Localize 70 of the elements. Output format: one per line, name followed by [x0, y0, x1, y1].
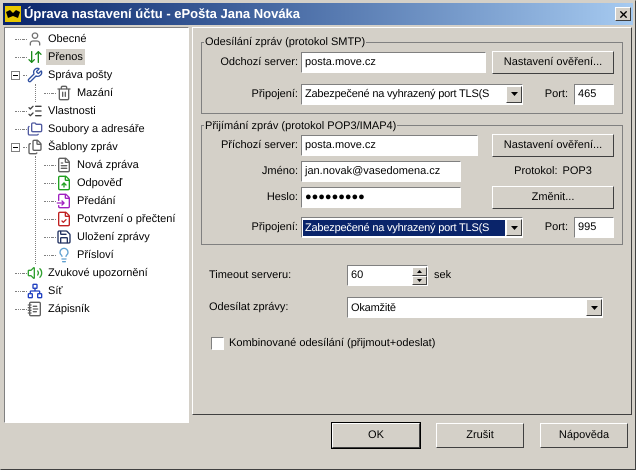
tree-item[interactable]: Potvrzení o přečtení — [75, 211, 178, 227]
dialog-button[interactable]: Nápověda — [540, 423, 628, 448]
file-arrow-icon — [56, 193, 72, 209]
server-field[interactable]: posta.move.cz — [301, 135, 478, 156]
file-icon — [56, 157, 72, 173]
port-field[interactable]: 995 — [574, 217, 614, 238]
field-label: Odesílat zprávy: — [209, 300, 290, 316]
collapse-toggle[interactable] — [10, 70, 20, 80]
tree-item[interactable]: Nová zpráva — [75, 157, 141, 173]
trash-icon — [56, 85, 72, 101]
group-title: Odesílání zpráv (protokol SMTP) — [204, 35, 366, 50]
port-field[interactable]: 465 — [574, 84, 614, 104]
protocol-label: Protokol: — [514, 164, 558, 180]
tree-item[interactable]: Mazání — [75, 85, 116, 101]
connection-dropdown[interactable]: Zabezpečené na vyhrazený port TLS(S — [301, 84, 523, 104]
password-field[interactable]: ●●●●●●●●● — [301, 187, 461, 208]
collapse-toggle[interactable] — [10, 142, 20, 152]
file-check-icon — [56, 211, 72, 227]
file-up-icon — [56, 175, 72, 191]
tree-item[interactable]: Zápisník — [46, 301, 92, 317]
group-title: Přijímání zpráv (protokol POP3/IMAP4) — [204, 118, 398, 134]
speaker-icon — [27, 265, 43, 281]
spin-up-icon[interactable] — [412, 266, 427, 276]
checkbox[interactable] — [211, 336, 224, 350]
dialog-button[interactable]: OK — [332, 423, 420, 448]
change-password-button[interactable]: Změnit... — [492, 186, 614, 209]
auth-settings-button[interactable]: Nastavení ověření... — [492, 50, 614, 74]
close-button[interactable] — [615, 7, 631, 21]
field-label: Připojení: — [250, 220, 298, 236]
unit-label: sek — [434, 268, 452, 284]
tree-item[interactable]: Zvukové upozornění — [46, 265, 150, 281]
field-label: Port: — [544, 220, 568, 236]
auth-settings-button[interactable]: Nastavení ověření... — [492, 134, 614, 157]
user-icon — [27, 31, 43, 47]
tree-item[interactable]: Přenos — [46, 49, 85, 65]
connection-dropdown[interactable]: Zabezpečené na vyhrazený port TLS(S — [301, 217, 523, 238]
timeout-spinner[interactable]: 60 — [347, 265, 428, 286]
tree-item[interactable]: Odpověď — [75, 175, 124, 191]
username-field[interactable]: jan.novak@vasedomena.cz — [301, 161, 461, 182]
tree-item[interactable]: Přísloví — [75, 247, 116, 263]
field-label: Připojení: — [250, 86, 298, 102]
field-label: Timeout serveru: — [209, 268, 292, 284]
field-label: Příchozí server: — [220, 138, 298, 154]
protocol-value: POP3 — [562, 164, 592, 180]
tree-item[interactable]: Síť — [46, 283, 65, 299]
list-icon — [27, 103, 43, 119]
folders-icon — [27, 121, 43, 137]
server-field[interactable]: posta.move.cz — [301, 52, 486, 72]
checkbox-label: Kombinované odesílání (přijmout+odeslat) — [229, 336, 436, 351]
files-icon — [27, 139, 43, 155]
tree-item[interactable]: Obecné — [46, 31, 89, 47]
tree-item[interactable]: Soubory a adresáře — [46, 121, 147, 137]
field-label: Heslo: — [266, 190, 298, 206]
network-icon — [27, 283, 43, 299]
field-label: Port: — [544, 86, 568, 102]
close-icon — [618, 8, 628, 20]
tree-item[interactable]: Vlastnosti — [46, 103, 98, 119]
tree-item[interactable]: Uložení zprávy — [75, 229, 152, 245]
field-label: Odchozí server: — [219, 54, 298, 70]
arrows-icon — [27, 49, 43, 65]
window-title: Úprava nastavení účtu - ePošta Jana Nováka — [24, 5, 302, 24]
save-icon — [56, 229, 72, 245]
send-mode-dropdown[interactable]: Okamžitě — [347, 297, 603, 318]
tree-item[interactable]: Šablony zpráv — [46, 139, 120, 155]
notepad-icon — [27, 301, 43, 317]
dialog-button[interactable]: Zrušit — [436, 423, 524, 448]
wrench-icon — [27, 67, 43, 83]
tree-item[interactable]: Správa pošty — [46, 67, 114, 83]
field-label: Jméno: — [260, 164, 298, 180]
tree-item[interactable]: Předání — [75, 193, 118, 209]
